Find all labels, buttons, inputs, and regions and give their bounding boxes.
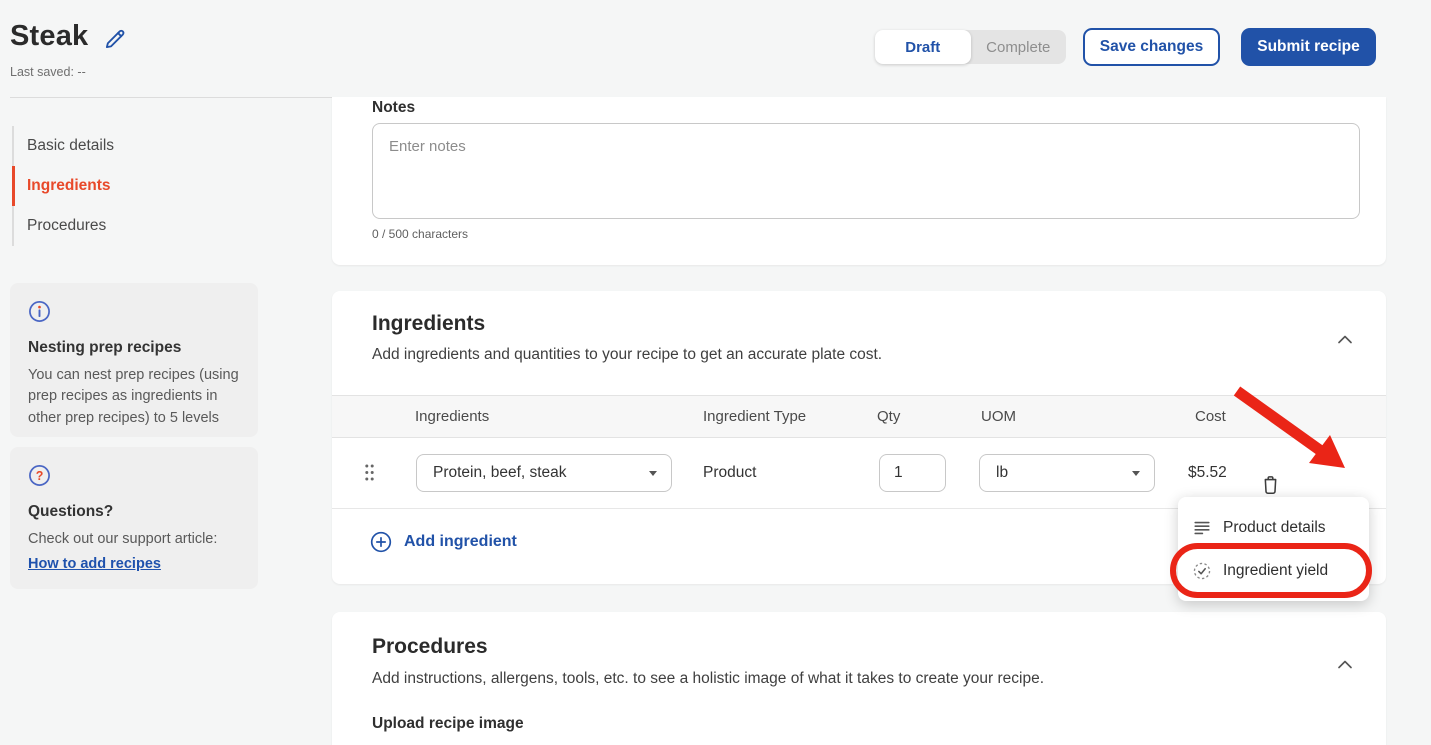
notes-textarea[interactable] [372, 123, 1360, 219]
uom-select[interactable]: lb [979, 454, 1155, 492]
col-header-cost: Cost [1195, 408, 1226, 425]
nav-item-basic-details[interactable]: Basic details [10, 126, 260, 166]
status-toggle: Draft Complete [875, 30, 1066, 64]
chevron-up-icon [1338, 660, 1352, 669]
info-icon [28, 300, 51, 323]
chevron-down-icon [649, 471, 657, 476]
nav-item-procedures[interactable]: Procedures [10, 206, 260, 246]
ingredient-select[interactable]: Protein, beef, steak [416, 454, 672, 492]
col-header-uom: UOM [981, 408, 1016, 425]
plus-circle-icon [370, 531, 392, 553]
delete-ingredient-icon[interactable] [1260, 474, 1281, 496]
menu-item-product-details[interactable]: Product details [1178, 506, 1369, 549]
info-box-body: You can nest prep recipes (using prep re… [28, 365, 240, 429]
ingredient-type-cell: Product [703, 464, 756, 482]
questions-box-title: Questions? [28, 503, 240, 521]
section-nav: Basic details Ingredients Procedures [10, 126, 260, 246]
page-header-title-row: Steak [10, 20, 128, 53]
chevron-up-icon [1338, 335, 1352, 344]
cost-cell: $5.52 [1188, 464, 1227, 482]
upload-recipe-image-label: Upload recipe image [372, 715, 524, 733]
toggle-draft[interactable]: Draft [875, 30, 971, 64]
row-actions-kebab[interactable] [1340, 464, 1352, 484]
row-actions-menu: Product details Ingredient yield [1178, 497, 1369, 601]
notes-card: Notes 0 / 500 characters [332, 97, 1386, 265]
ingredients-section-title: Ingredients [372, 312, 485, 336]
ingredient-select-value: Protein, beef, steak [433, 464, 567, 482]
info-box-title: Nesting prep recipes [28, 339, 240, 357]
notes-label: Notes [372, 99, 415, 117]
last-saved-text: Last saved: -- [10, 65, 86, 79]
notes-char-counter: 0 / 500 characters [372, 227, 468, 241]
procedures-section-title: Procedures [372, 635, 488, 659]
page-title: Steak [10, 20, 88, 53]
col-header-ingredients: Ingredients [415, 408, 489, 425]
question-icon: ? [28, 464, 51, 487]
drag-handle-icon[interactable] [364, 463, 375, 482]
nesting-info-box: Nesting prep recipes You can nest prep r… [10, 283, 258, 437]
menu-item-ingredient-yield[interactable]: Ingredient yield [1178, 549, 1369, 592]
edit-title-icon[interactable] [102, 26, 128, 52]
yield-gauge-icon [1192, 561, 1212, 581]
submit-recipe-button[interactable]: Submit recipe [1241, 28, 1376, 66]
procedures-collapse-button[interactable] [1334, 652, 1356, 678]
menu-item-label: Ingredient yield [1223, 562, 1328, 580]
svg-text:?: ? [36, 469, 44, 483]
menu-item-label: Product details [1223, 519, 1326, 537]
nav-item-ingredients[interactable]: Ingredients [10, 166, 260, 206]
add-ingredient-label: Add ingredient [404, 533, 517, 551]
questions-box-body: Check out our support article: [28, 529, 240, 550]
col-header-qty: Qty [877, 408, 900, 425]
ingredients-table-header: Ingredients Ingredient Type Qty UOM Cost [332, 395, 1386, 438]
support-article-link[interactable]: How to add recipes [28, 556, 161, 572]
ingredients-section-subtitle: Add ingredients and quantities to your r… [372, 346, 882, 364]
save-changes-button[interactable]: Save changes [1083, 28, 1220, 66]
questions-box: ? Questions? Check out our support artic… [10, 447, 258, 589]
add-ingredient-button[interactable]: Add ingredient [370, 531, 517, 553]
procedures-card: Procedures Add instructions, allergens, … [332, 612, 1386, 745]
toggle-complete[interactable]: Complete [971, 30, 1067, 64]
ingredients-collapse-button[interactable] [1334, 327, 1356, 353]
detail-lines-icon [1192, 518, 1212, 538]
procedures-section-subtitle: Add instructions, allergens, tools, etc.… [372, 670, 1044, 688]
qty-input[interactable] [879, 454, 946, 492]
col-header-ingredient-type: Ingredient Type [703, 408, 806, 425]
uom-select-value: lb [996, 464, 1008, 482]
chevron-down-icon [1132, 471, 1140, 476]
